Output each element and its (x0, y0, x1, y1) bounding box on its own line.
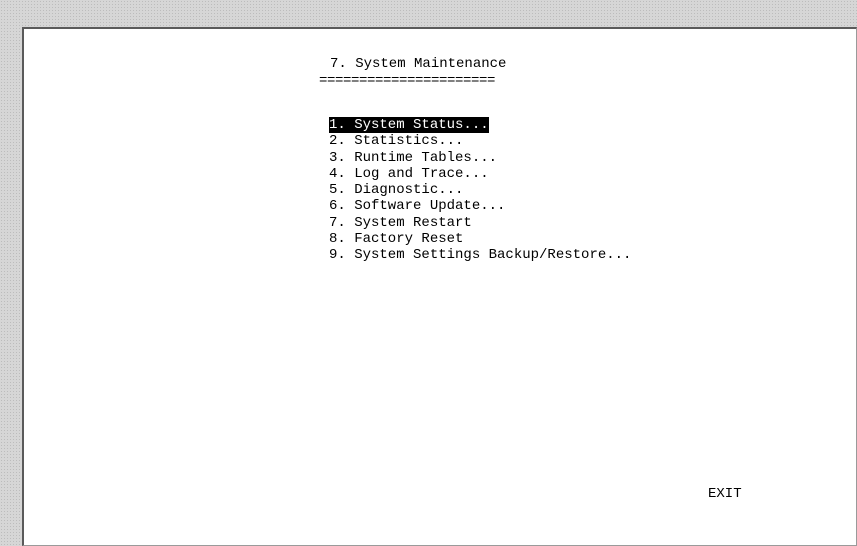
menu-item-settings-backup-restore[interactable]: 9. System Settings Backup/Restore... (329, 247, 631, 263)
menu-item-statistics[interactable]: 2. Statistics... (329, 133, 631, 149)
menu-title: 7. System Maintenance (330, 56, 507, 72)
exit-button[interactable]: EXIT (708, 486, 742, 502)
window-frame: 7. System Maintenance ==================… (0, 0, 857, 546)
menu-item-runtime-tables[interactable]: 3. Runtime Tables... (329, 150, 631, 166)
terminal-screen: 7. System Maintenance ==================… (22, 27, 857, 546)
menu-item-diagnostic[interactable]: 5. Diagnostic... (329, 182, 631, 198)
maintenance-menu: 1. System Status... 2. Statistics... 3. … (329, 117, 631, 264)
menu-item-system-restart[interactable]: 7. System Restart (329, 215, 631, 231)
menu-item-system-status[interactable]: 1. System Status... (329, 117, 631, 133)
menu-item-log-and-trace[interactable]: 4. Log and Trace... (329, 166, 631, 182)
menu-item-software-update[interactable]: 6. Software Update... (329, 198, 631, 214)
menu-item-factory-reset[interactable]: 8. Factory Reset (329, 231, 631, 247)
title-underline: ====================== (319, 73, 496, 89)
